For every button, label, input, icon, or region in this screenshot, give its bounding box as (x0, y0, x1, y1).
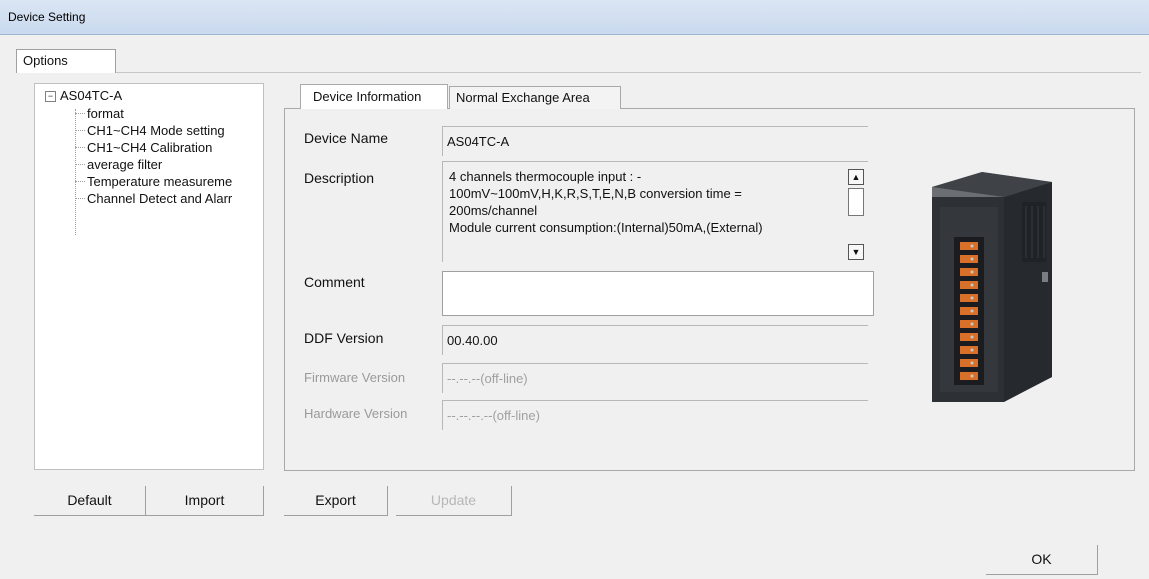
tab-device-information[interactable]: Device Information (300, 84, 448, 109)
ddf-version-label: DDF Version (304, 330, 384, 346)
hardware-version-field: --.--.--.--(off-line) (442, 400, 868, 430)
tree-item-mode-setting[interactable]: CH1~CH4 Mode setting (75, 123, 225, 138)
settings-tree[interactable]: − AS04TC-A format CH1~CH4 Mode setting CH… (34, 83, 264, 470)
description-field[interactable]: 4 channels thermocouple input : - 100mV~… (442, 161, 868, 262)
device-name-field: AS04TC-A (442, 126, 868, 156)
device-name-value: AS04TC-A (447, 134, 510, 149)
tree-item-average-filter[interactable]: average filter (75, 157, 162, 172)
tree-item-format[interactable]: format (75, 106, 124, 121)
tree-item-channel-detect-alarm[interactable]: Channel Detect and Alarr (75, 191, 232, 206)
window-title: Device Setting (8, 10, 86, 24)
collapse-icon[interactable]: − (45, 91, 56, 102)
tab-device-information-label: Device Information (313, 89, 422, 104)
firmware-version-value: --.--.--(off-line) (447, 371, 528, 386)
title-bar: Device Setting (0, 0, 1149, 35)
description-label: Description (304, 170, 375, 186)
import-button[interactable]: Import (146, 486, 264, 516)
tab-options[interactable]: Options (16, 49, 116, 73)
scrollbar-thumb[interactable] (848, 188, 864, 216)
hardware-version-value: --.--.--.--(off-line) (447, 408, 540, 423)
hardware-version-label: Hardware Version (304, 406, 408, 421)
firmware-version-label: Firmware Version (304, 370, 406, 385)
module-device-image (912, 162, 1062, 412)
tree-root-label: AS04TC-A (60, 88, 123, 103)
update-button: Update (396, 486, 512, 516)
comment-input[interactable] (442, 271, 874, 316)
ddf-version-value: 00.40.00 (447, 333, 498, 348)
tree-item-calibration[interactable]: CH1~CH4 Calibration (75, 140, 212, 155)
default-button[interactable]: Default (34, 486, 146, 516)
scroll-down-icon[interactable]: ▼ (848, 244, 864, 260)
device-name-label: Device Name (304, 130, 389, 146)
ddf-version-field: 00.40.00 (442, 325, 868, 355)
firmware-version-field: --.--.--(off-line) (442, 363, 868, 393)
tab-normal-exchange-area[interactable]: Normal Exchange Area (449, 86, 621, 109)
tree-root[interactable]: − AS04TC-A (45, 88, 122, 103)
tree-item-temperature-measurement[interactable]: Temperature measureme (75, 174, 232, 189)
tab-options-label: Options (23, 53, 68, 68)
description-text: 4 channels thermocouple input : - 100mV~… (449, 169, 763, 235)
tab-strip-divider (116, 72, 1141, 73)
export-button[interactable]: Export (284, 486, 388, 516)
scroll-up-icon[interactable]: ▲ (848, 169, 864, 185)
ok-button[interactable]: OK (986, 545, 1098, 575)
tab-normal-exchange-area-label: Normal Exchange Area (456, 90, 590, 105)
device-setting-window: Device Setting Options − AS04TC-A format … (0, 0, 1149, 579)
comment-label: Comment (304, 274, 365, 290)
